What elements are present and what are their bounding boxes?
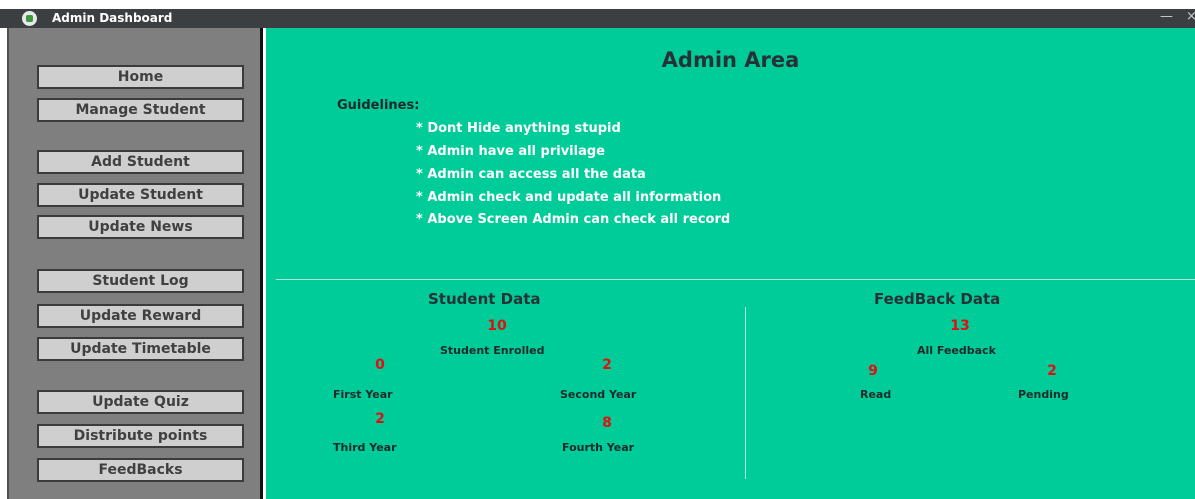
update-news-button[interactable]: Update News xyxy=(37,215,244,239)
column-divider xyxy=(745,307,746,479)
third-year-label: Third Year xyxy=(333,441,397,454)
manage-student-button[interactable]: Manage Student xyxy=(37,98,244,122)
guideline-item: * Dont Hide anything stupid xyxy=(416,121,621,136)
app-icon xyxy=(22,11,37,26)
add-student-button[interactable]: Add Student xyxy=(37,150,244,174)
guideline-item: * Admin can access all the data xyxy=(416,167,646,182)
first-year-label: First Year xyxy=(333,388,393,401)
feedback-data-title: FeedBack Data xyxy=(874,290,1001,308)
update-reward-button[interactable]: Update Reward xyxy=(37,304,244,328)
close-button[interactable]: × xyxy=(1186,9,1195,24)
fourth-year-label: Fourth Year xyxy=(562,441,635,454)
all-feedback-count: 13 xyxy=(950,318,970,334)
page-title: Admin Area xyxy=(661,48,800,72)
guideline-item: * Above Screen Admin can check all recor… xyxy=(416,212,731,227)
feedbacks-button[interactable]: FeedBacks xyxy=(37,458,244,482)
student-enrolled-label: Student Enrolled xyxy=(440,344,545,357)
third-year-count: 2 xyxy=(375,411,385,427)
distribute-points-button[interactable]: Distribute points xyxy=(37,424,244,448)
section-divider xyxy=(276,279,1195,280)
read-label: Read xyxy=(860,388,892,401)
fourth-year-count: 8 xyxy=(602,415,612,431)
first-year-count: 0 xyxy=(375,357,385,373)
student-log-button[interactable]: Student Log xyxy=(37,269,244,293)
minimize-button[interactable]: — xyxy=(1160,9,1173,24)
pending-label: Pending xyxy=(1018,388,1069,401)
pending-count: 2 xyxy=(1047,363,1057,379)
all-feedback-label: All Feedback xyxy=(917,344,996,357)
update-student-button[interactable]: Update Student xyxy=(37,183,244,207)
second-year-count: 2 xyxy=(602,357,612,373)
second-year-label: Second Year xyxy=(560,388,637,401)
title-bar: Admin Dashboard — × xyxy=(0,9,1195,28)
window-title: Admin Dashboard xyxy=(52,11,173,25)
student-enrolled-count: 10 xyxy=(487,318,507,334)
guideline-item: * Admin check and update all information xyxy=(416,190,722,205)
guidelines-heading: Guidelines: xyxy=(337,98,420,113)
home-button[interactable]: Home xyxy=(37,65,244,89)
student-data-title: Student Data xyxy=(428,290,541,308)
admin-area-panel: Admin Area Guidelines: * Dont Hide anyth… xyxy=(266,28,1195,499)
update-quiz-button[interactable]: Update Quiz xyxy=(37,390,244,414)
read-count: 9 xyxy=(868,363,878,379)
update-timetable-button[interactable]: Update Timetable xyxy=(37,337,244,361)
guideline-item: * Admin have all privilage xyxy=(416,144,605,159)
sidebar: Home Manage Student Add Student Update S… xyxy=(7,28,263,499)
